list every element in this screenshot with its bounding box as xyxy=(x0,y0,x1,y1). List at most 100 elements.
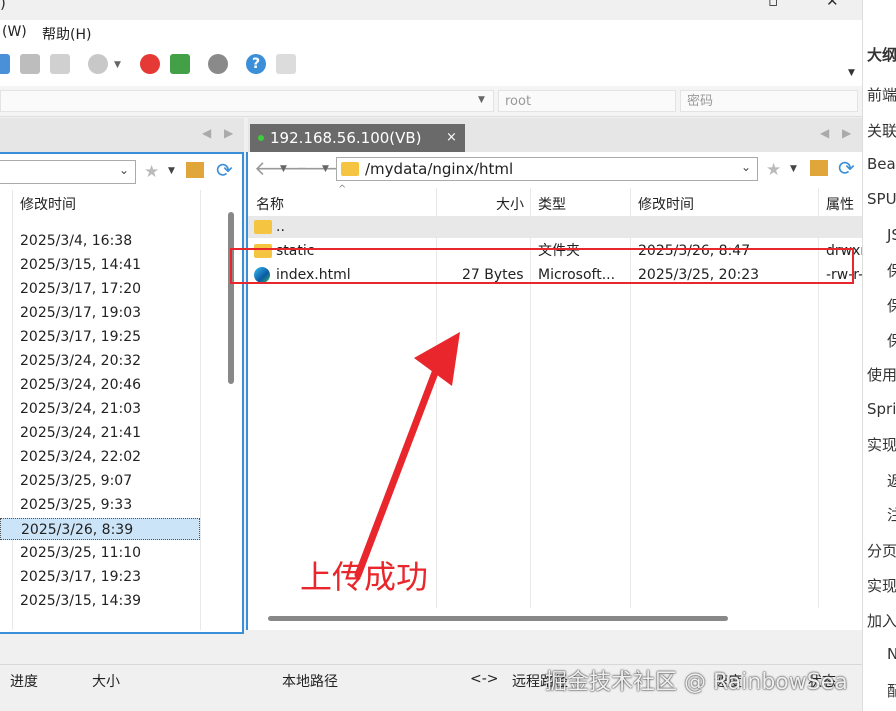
outline-item[interactable]: 加入 xyxy=(867,610,896,631)
table-row[interactable]: 2025/3/24, 20:32 xyxy=(0,350,200,372)
toolbar-overflow-icon[interactable]: ▼ xyxy=(848,68,855,78)
snail-icon[interactable] xyxy=(140,54,160,74)
menu-help[interactable]: 帮助(H) xyxy=(42,24,91,44)
connection-bar: ▼ root 密码 xyxy=(0,86,862,117)
gear-icon[interactable] xyxy=(208,54,228,74)
chevron-down-icon[interactable]: ⌄ xyxy=(741,160,751,174)
outline-item[interactable]: 保 xyxy=(887,330,896,351)
outline-item[interactable]: 实现 xyxy=(867,575,896,596)
table-row[interactable]: 2025/3/24, 20:46 xyxy=(0,374,200,396)
home-folder-icon[interactable] xyxy=(810,160,828,176)
record-icon[interactable] xyxy=(88,54,108,74)
file-modified: 2025/3/17, 19:25 xyxy=(20,329,142,345)
arrow-icon[interactable] xyxy=(0,54,10,74)
table-row[interactable]: 2025/3/15, 14:41 xyxy=(0,254,200,276)
table-row[interactable]: 2025/3/4, 16:38 xyxy=(0,230,200,252)
column-modified-header[interactable]: 修改时间 xyxy=(20,194,76,214)
file-name: .. xyxy=(276,219,285,235)
outline-item[interactable]: SPU xyxy=(867,190,896,208)
status-progress[interactable]: 进度 xyxy=(10,671,38,691)
vertical-scrollbar[interactable] xyxy=(228,212,234,384)
chevron-down-icon[interactable]: ▼ xyxy=(114,60,121,70)
tab-remote-session[interactable]: 192.168.56.100(VB) × xyxy=(250,124,465,152)
username-field[interactable]: root xyxy=(498,90,676,112)
chevron-down-icon[interactable]: ▼ xyxy=(790,164,797,174)
window-title-fragment: ) xyxy=(0,0,6,12)
table-row[interactable]: 2025/3/25, 11:10 xyxy=(0,542,200,564)
sync-icon[interactable] xyxy=(170,54,190,74)
table-row[interactable]: 2025/3/24, 22:02 xyxy=(0,446,200,468)
column-divider xyxy=(200,190,201,630)
file-modified: 2025/3/24, 20:46 xyxy=(20,377,142,393)
status-size[interactable]: 大小 xyxy=(92,671,120,691)
sort-ascending-icon: ^ xyxy=(338,184,347,195)
maximize-button[interactable]: ▫ xyxy=(768,0,778,10)
close-window-button[interactable]: ✕ xyxy=(826,0,839,10)
local-path-combo[interactable]: ⌄ xyxy=(0,160,136,184)
menu-window[interactable]: (W) xyxy=(2,24,27,40)
column-modified-header[interactable]: 修改时间 xyxy=(638,194,694,214)
outline-item[interactable]: JS xyxy=(887,226,896,244)
copy-icon[interactable] xyxy=(20,54,40,74)
outline-item[interactable]: 保 xyxy=(887,295,896,316)
horizontal-scrollbar[interactable] xyxy=(268,616,728,621)
outline-item[interactable]: 前端 xyxy=(867,84,896,105)
outline-item[interactable]: 保 xyxy=(887,260,896,281)
tab-scroll-right-icon[interactable]: ▶ xyxy=(224,126,233,140)
chevron-down-icon[interactable]: ▼ xyxy=(280,164,287,174)
outline-sidebar: 大纲前端关联BeanSPUJS保保保使用Spri实现返注分页实现加入N配 xyxy=(862,0,896,711)
outline-item[interactable]: 注 xyxy=(887,504,896,525)
table-row[interactable]: 2025/3/26, 8:39 xyxy=(0,518,200,540)
tab-close-icon[interactable]: × xyxy=(446,124,457,152)
outline-item[interactable]: 使用 xyxy=(867,364,896,385)
paste-icon[interactable] xyxy=(50,54,70,74)
outline-item[interactable]: Bean xyxy=(867,155,896,173)
table-row[interactable]: 2025/3/24, 21:03 xyxy=(0,398,200,420)
tab-scroll-left-icon[interactable]: ◀ xyxy=(202,126,211,140)
home-folder-icon[interactable] xyxy=(186,162,204,178)
column-name-header[interactable]: 名称 xyxy=(256,194,284,214)
chevron-down-icon[interactable]: ⌄ xyxy=(119,163,129,177)
table-row[interactable]: 2025/3/25, 9:07 xyxy=(0,470,200,492)
table-row[interactable]: 2025/3/17, 19:23 xyxy=(0,566,200,588)
password-field[interactable]: 密码 xyxy=(680,90,858,112)
outline-item[interactable]: 分页 xyxy=(867,540,896,561)
chevron-down-icon[interactable]: ▼ xyxy=(168,166,175,176)
column-type-header[interactable]: 类型 xyxy=(538,194,566,214)
table-row[interactable]: 2025/3/17, 19:25 xyxy=(0,326,200,348)
table-row[interactable]: 2025/3/17, 17:20 xyxy=(0,278,200,300)
outline-item[interactable]: 大纲 xyxy=(867,44,896,65)
outline-item[interactable]: N xyxy=(887,645,896,663)
refresh-icon[interactable]: ⟳ xyxy=(838,156,855,180)
annotation-caption: 上传成功 xyxy=(300,558,429,596)
status-arrow[interactable]: <-> xyxy=(470,671,499,687)
status-local-path[interactable]: 本地路径 xyxy=(282,671,338,691)
outline-item[interactable]: Spri xyxy=(867,400,896,418)
column-attr-header[interactable]: 属性 xyxy=(826,194,854,214)
annotation-arrow xyxy=(354,332,460,579)
chevron-down-icon[interactable]: ▼ xyxy=(478,95,485,105)
host-field[interactable] xyxy=(0,90,494,112)
file-modified: 2025/3/24, 21:41 xyxy=(20,425,142,441)
table-row[interactable]: 2025/3/15, 14:39 xyxy=(0,590,200,612)
table-row[interactable]: 2025/3/24, 21:41 xyxy=(0,422,200,444)
refresh-icon[interactable]: ⟳ xyxy=(216,158,233,182)
bookmark-icon[interactable]: ★ xyxy=(766,160,781,180)
outline-item[interactable]: 返 xyxy=(887,470,896,491)
bookmark-icon[interactable]: ★ xyxy=(144,162,159,182)
outline-item[interactable]: 实现 xyxy=(867,434,896,455)
file-modified: 2025/3/24, 22:02 xyxy=(20,449,142,465)
table-row[interactable]: 2025/3/17, 19:03 xyxy=(0,302,200,324)
outline-item[interactable]: 关联 xyxy=(867,120,896,141)
left-tab-strip: ◀ ▶ xyxy=(0,118,244,152)
help-icon[interactable]: ? xyxy=(246,54,266,74)
table-row[interactable]: 2025/3/25, 9:33 xyxy=(0,494,200,516)
remote-path-combo[interactable]: /mydata/nginx/html ⌄ xyxy=(336,157,758,181)
tab-scroll-right-icon[interactable]: ▶ xyxy=(842,126,851,140)
table-row[interactable]: .. xyxy=(248,216,864,238)
chat-icon[interactable] xyxy=(276,54,296,74)
column-size-header[interactable]: 大小 xyxy=(496,194,524,214)
outline-item[interactable]: 配 xyxy=(887,680,896,701)
tab-scroll-left-icon[interactable]: ◀ xyxy=(820,126,829,140)
chevron-down-icon[interactable]: ▼ xyxy=(322,164,329,174)
